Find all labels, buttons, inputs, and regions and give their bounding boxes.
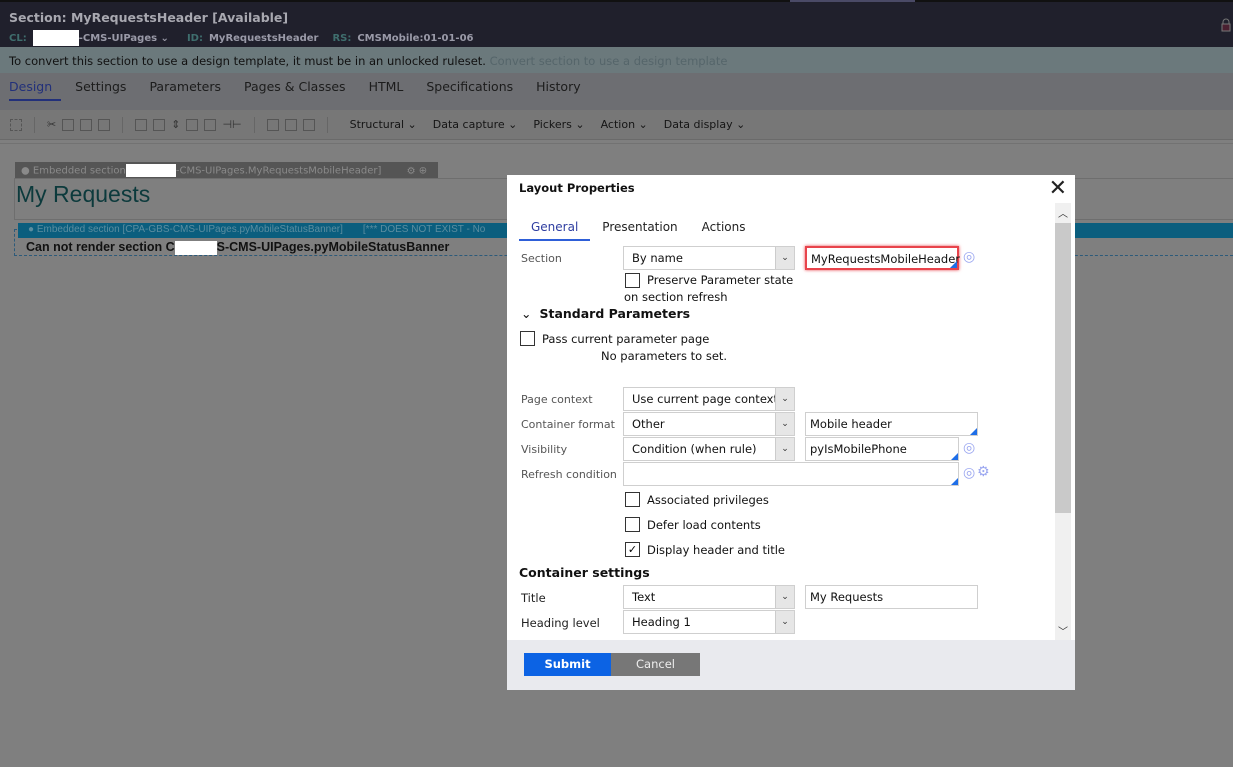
section-heading: My Requests [16, 181, 151, 207]
tab-pages-classes[interactable]: Pages & Classes [244, 73, 346, 101]
lock-icon[interactable] [1221, 18, 1231, 32]
target-icon[interactable]: ◎ [963, 249, 975, 265]
standard-parameters-header[interactable]: ⌄ Standard Parameters [521, 306, 690, 321]
rule-title: Section: MyRequestsHeader [Available] [9, 10, 289, 25]
pass-param-checkbox[interactable] [520, 331, 535, 346]
container-settings-header: Container settings [519, 565, 650, 580]
merge-left-icon[interactable] [186, 118, 199, 131]
wrap-down-icon[interactable] [284, 118, 297, 131]
rule-header: Section: MyRequestsHeader [Available] CL… [0, 2, 1233, 47]
cancel-button[interactable]: Cancel [611, 653, 700, 676]
id-value: MyRequestsHeader [208, 32, 319, 44]
columns-icon[interactable] [302, 118, 315, 131]
menu-data-display[interactable]: Data display ⌄ [664, 118, 746, 131]
tab-actions[interactable]: Actions [690, 219, 758, 241]
paste-icon[interactable] [80, 118, 93, 131]
layout-properties-dialog: Layout Properties ✕ ︿ ﹀ General Presentat… [507, 175, 1075, 690]
target-icon[interactable]: ◎ [963, 465, 975, 481]
tab-design[interactable]: Design [9, 73, 62, 101]
section-type-select[interactable]: By name ⌄ [623, 246, 795, 270]
associated-privileges-checkbox[interactable] [625, 492, 640, 507]
heading-level-label: Heading level [521, 616, 600, 630]
embedded-section-header[interactable]: ● Embedded section -CMS-UIPages.MyRequest… [15, 162, 438, 178]
select-icon[interactable] [10, 118, 22, 131]
cut-icon[interactable]: ✂ [47, 118, 56, 131]
pass-param-label: Pass current parameter page [542, 332, 710, 346]
visibility-select[interactable]: Condition (when rule) ⌄ [623, 437, 795, 461]
title-label: Title [521, 591, 546, 605]
associated-privileges-label: Associated privileges [647, 493, 769, 507]
rs-label: RS: [332, 32, 352, 44]
merge-right-icon[interactable] [204, 118, 217, 131]
move-icon[interactable]: ⇕ [171, 118, 180, 131]
submit-button[interactable]: Submit [524, 653, 611, 676]
target-icon[interactable]: ◎ [963, 440, 975, 456]
page-context-label: Page context [521, 393, 593, 406]
split-icon[interactable]: ⊣⊢ [222, 118, 241, 131]
wrap-right-icon[interactable] [266, 118, 279, 131]
chevron-down-icon[interactable]: ⌄ [161, 33, 169, 44]
menu-pickers[interactable]: Pickers ⌄ [533, 118, 584, 131]
title-input[interactable]: My Requests [805, 585, 978, 609]
menu-action[interactable]: Action ⌄ [601, 118, 648, 131]
close-icon[interactable]: ✕ [1049, 178, 1067, 200]
info-banner: To convert this section to use a design … [0, 47, 1233, 73]
scrollbar[interactable]: ︿ ﹀ [1055, 203, 1071, 640]
cl-value[interactable]: -CMS-UIPages [79, 33, 157, 44]
dialog-tabs: General Presentation Actions [519, 219, 758, 241]
gear-icon[interactable]: ⚙ [407, 166, 416, 177]
divider [0, 143, 1233, 144]
rule-tabs: Design Settings Parameters Pages & Class… [0, 73, 1233, 110]
tab-parameters[interactable]: Parameters [149, 73, 221, 101]
id-label: ID: [186, 32, 203, 44]
container-format-label: Container format [521, 418, 615, 431]
design-toolbar: ✂ ⇕ ⊣⊢ Structural ⌄ Data capture ⌄ Picker… [0, 110, 1233, 140]
tab-settings[interactable]: Settings [75, 73, 126, 101]
dialog-footer: Submit Cancel [507, 640, 1075, 690]
refresh-condition-label: Refresh condition [521, 468, 617, 481]
defer-load-label: Defer load contents [647, 518, 761, 532]
rs-value: CMSMobile:01-01-06 [357, 32, 474, 44]
no-params-text: No parameters to set. [601, 349, 728, 363]
tab-presentation[interactable]: Presentation [590, 219, 689, 241]
tab-html[interactable]: HTML [369, 73, 404, 101]
preserve-param-label-2: on section refresh [624, 290, 728, 304]
dialog-title: Layout Properties [519, 181, 635, 195]
refresh-condition-input[interactable] [623, 462, 959, 486]
preserve-param-checkbox[interactable] [625, 273, 640, 288]
page-context-select[interactable]: Use current page context ⌄ [623, 387, 795, 411]
chevron-down-icon: ⌄ [521, 306, 532, 321]
insert-column-icon[interactable] [153, 118, 166, 131]
menu-structural[interactable]: Structural ⌄ [350, 118, 417, 131]
tab-history[interactable]: History [536, 73, 580, 101]
copy-icon[interactable] [62, 118, 75, 131]
render-error: Can not render section C S-CMS-UIPages.py… [26, 240, 450, 255]
gear-icon[interactable]: ⚙ [977, 464, 990, 480]
menu-data-capture[interactable]: Data capture ⌄ [433, 118, 518, 131]
display-header-label: Display header and title [647, 543, 785, 557]
zoom-icon[interactable]: ⊕ [419, 166, 427, 177]
convert-link[interactable]: Convert section to use a design template [490, 54, 728, 68]
tab-specifications[interactable]: Specifications [426, 73, 513, 101]
visibility-input[interactable]: pyIsMobilePhone [805, 437, 959, 461]
preserve-param-label: Preserve Parameter state [647, 273, 794, 287]
display-header-checkbox[interactable]: ✓ [625, 542, 640, 557]
redacted-block [32, 30, 79, 46]
visibility-label: Visibility [521, 443, 568, 456]
cl-label: CL: [9, 32, 27, 44]
tab-general[interactable]: General [519, 219, 591, 241]
insert-row-icon[interactable] [135, 118, 148, 131]
heading-level-select[interactable]: Heading 1 ⌄ [623, 610, 795, 634]
banner-text: To convert this section to use a design … [9, 54, 486, 68]
rule-meta: CL: -CMS-UIPages ⌄ ID: MyRequestsHeader … [9, 30, 474, 46]
container-format-select[interactable]: Other ⌄ [623, 412, 795, 436]
checkmark-icon: ✓ [627, 543, 638, 556]
section-label: Section [521, 252, 562, 265]
section-name-input[interactable]: MyRequestsMobileHeader [805, 246, 960, 270]
title-type-select[interactable]: Text ⌄ [623, 585, 795, 609]
defer-load-checkbox[interactable] [625, 517, 640, 532]
delete-icon[interactable] [98, 118, 111, 131]
container-format-input[interactable]: Mobile header [805, 412, 978, 436]
